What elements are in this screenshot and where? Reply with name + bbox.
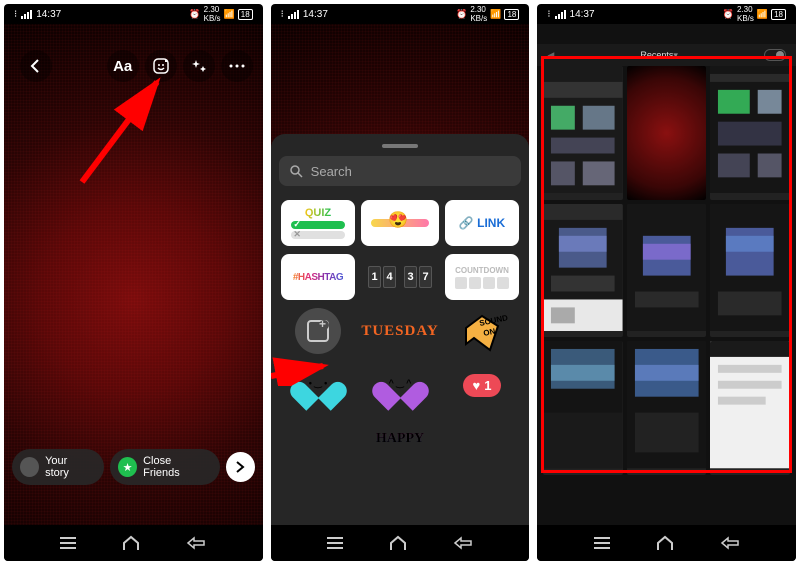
more-tool-button[interactable] (221, 50, 253, 82)
wifi-icon: 📶 (757, 9, 768, 20)
nav-home-icon[interactable] (389, 535, 407, 551)
status-time: 14:37 (303, 9, 328, 20)
sticker-sound-on[interactable]: SOUNDON (445, 308, 520, 354)
annotation-highlight-box (541, 56, 792, 473)
battery-indicator: 18 (771, 9, 786, 20)
avatar-icon (20, 457, 39, 477)
battery-indicator: 18 (504, 9, 519, 20)
status-bar: ⁝ 14:37 ⏰ 2.30KB/s 📶 18 (271, 4, 530, 24)
sticker-panel: Search QUIZ 🔗 LINK #HASHTAG 1 4 3 7 (271, 134, 530, 525)
nav-home-icon[interactable] (656, 535, 674, 551)
sticker-countdown[interactable]: COUNTDOWN (445, 254, 520, 300)
link-icon: 🔗 (459, 216, 474, 230)
status-time: 14:37 (36, 9, 61, 20)
nav-recents-icon[interactable] (594, 537, 610, 549)
send-to-button[interactable] (226, 452, 255, 482)
android-nav-bar (4, 525, 263, 561)
phone-screen-1: ⁝ 14:37 ⏰ 2.30KB/s 📶 18 Aa (4, 4, 263, 561)
sticker-heart-purple[interactable]: ^ ‿ ^ (361, 362, 438, 408)
drag-handle[interactable] (382, 144, 418, 148)
sticker-link[interactable]: 🔗 LINK (445, 200, 520, 246)
nav-back-icon[interactable] (453, 536, 473, 550)
wifi-icon: 📶 (224, 9, 235, 20)
sticker-search[interactable]: Search (279, 156, 522, 186)
android-nav-bar (537, 525, 796, 561)
nav-recents-icon[interactable] (327, 537, 343, 549)
android-nav-bar (271, 525, 530, 561)
alarm-icon: ⏰ (189, 9, 200, 20)
back-button[interactable] (20, 50, 52, 82)
annotation-arrow (72, 72, 172, 192)
nav-back-icon[interactable] (186, 536, 206, 550)
star-icon: ★ (118, 457, 137, 477)
add-photo-icon (307, 320, 329, 342)
effects-tool-button[interactable] (183, 50, 215, 82)
your-story-button[interactable]: Your story (12, 449, 104, 485)
alarm-icon: ⏰ (456, 9, 467, 20)
sticker-emoji-slider[interactable] (361, 200, 438, 246)
close-friends-label: Close Friends (143, 455, 208, 479)
wifi-icon: 📶 (490, 9, 501, 20)
alarm-icon: ⏰ (723, 9, 734, 20)
nav-recents-icon[interactable] (60, 537, 76, 549)
search-placeholder: Search (311, 164, 352, 179)
your-story-label: Your story (45, 455, 92, 479)
sticker-quiz[interactable]: QUIZ (281, 200, 356, 246)
nav-back-icon[interactable] (720, 536, 740, 550)
battery-indicator: 18 (238, 9, 253, 20)
status-time: 14:37 (570, 9, 595, 20)
close-friends-button[interactable]: ★ Close Friends (110, 449, 220, 485)
phone-screen-2: ⁝ 14:37 ⏰ 2.30KB/s 📶 18 Search QUIZ (271, 4, 530, 561)
search-icon (289, 164, 303, 178)
heart-icon: ♥ (473, 378, 481, 393)
status-bar: ⁝ 14:37 ⏰ 2.30KB/s 📶 18 (537, 4, 796, 24)
sticker-day[interactable]: TUESDAY (361, 308, 438, 354)
sticker-time[interactable]: 1 4 3 7 (361, 254, 438, 300)
phone-screen-3: ⁝ 14:37 ⏰ 2.30KB/s 📶 18 ◀ Recents ▾ (537, 4, 796, 561)
sticker-like[interactable]: ♥1 (445, 362, 520, 408)
nav-home-icon[interactable] (122, 535, 140, 551)
status-bar: ⁝ 14:37 ⏰ 2.30KB/s 📶 18 (4, 4, 263, 24)
annotation-arrow (271, 346, 333, 386)
sticker-happy-birthday[interactable]: HAPPY (361, 416, 438, 462)
sticker-hashtag[interactable]: #HASHTAG (281, 254, 356, 300)
